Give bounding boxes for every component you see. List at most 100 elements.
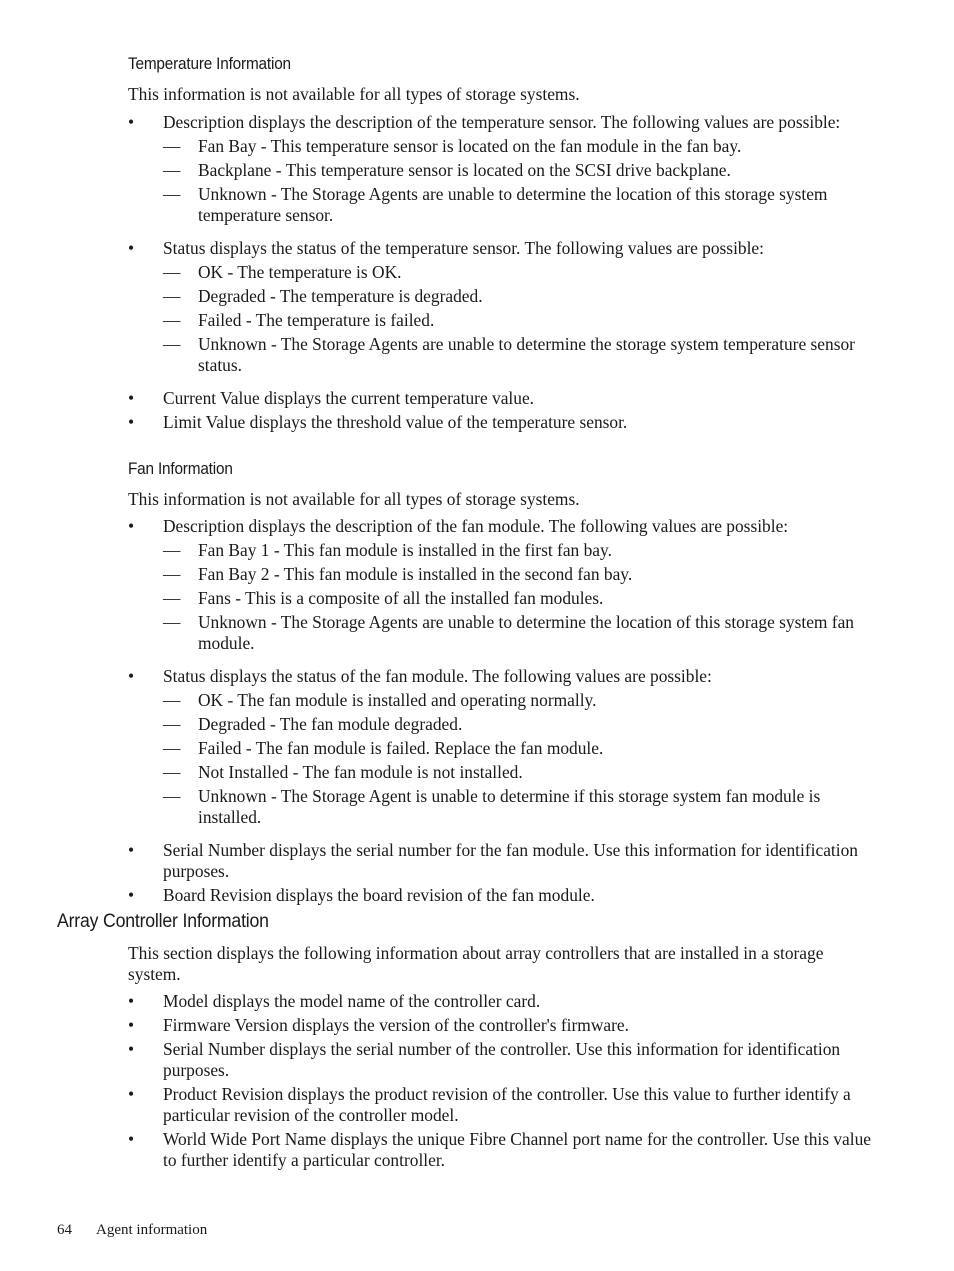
sub-list-item: — OK - The fan module is installed and op… [163,690,873,711]
sub-list-item: — Unknown - The Storage Agent is unable t… [163,786,873,828]
array-controller-intro: This section displays the following info… [128,943,824,984]
sub-list-item-text: Not Installed - The fan module is not in… [198,762,523,782]
sub-list-item-text: Unknown - The Storage Agents are unable … [198,334,855,375]
array-controller-list: • Model displays the model name of the co… [128,991,873,1174]
page-footer: 64 Agent information [57,1222,207,1239]
list-item-text: Board Revision displays the board revisi… [163,885,595,905]
bullet-icon: • [128,1084,135,1104]
sub-list-item-text: Unknown - The Storage Agents are unable … [198,612,855,653]
sub-list-item: — Unknown - The Storage Agents are unable… [163,612,873,654]
sub-list-item: — Fans - This is a composite of all the i… [163,588,873,609]
dash-icon: — [163,690,181,710]
bullet-icon: • [128,112,135,132]
sub-list-item-text: Fan Bay 1 - This fan module is installed… [198,540,612,560]
bullet-icon: • [128,1015,135,1035]
array-controller-heading: Array Controller Information [57,911,269,932]
list-item: • Serial Number displays the serial numbe… [128,840,873,882]
list-item-text: Current Value displays the current tempe… [163,388,535,408]
page-number: 64 [57,1222,72,1238]
sub-list-item: — Fan Bay - This temperature sensor is lo… [163,136,873,157]
sub-list-item: — Backplane - This temperature sensor is … [163,160,873,181]
list-item: • Product Revision displays the product r… [128,1084,873,1126]
dash-icon: — [163,738,181,758]
temperature-list: • Description displays the description of… [128,112,873,436]
list-item: • Limit Value displays the threshold valu… [128,412,873,433]
dash-icon: — [163,714,181,734]
list-item: • Description displays the description of… [128,112,873,235]
list-item-text: Description displays the description of … [163,112,841,132]
list-item: • Firmware Version displays the version o… [128,1015,873,1036]
sub-list: — OK - The temperature is OK. — Degraded - … [163,262,873,376]
list-item: • Current Value displays the current temp… [128,388,873,409]
list-item-text: Status displays the status of the fan mo… [163,666,712,686]
list-item-text: Limit Value displays the threshold value… [163,412,628,432]
bullet-icon: • [128,1129,135,1149]
sub-list-item-text: Fan Bay 2 - This fan module is installed… [198,564,633,584]
sub-list-item-text: Failed - The fan module is failed. Repla… [198,738,604,758]
list-item: • Status displays the status of the fan m… [128,666,873,837]
dash-icon: — [163,136,181,156]
dash-icon: — [163,786,181,806]
fan-heading: Fan Information [128,460,233,478]
sub-list-item: — Unknown - The Storage Agents are unable… [163,184,873,226]
bullet-icon: • [128,840,135,860]
sub-list-item-text: Degraded - The fan module degraded. [198,714,463,734]
bullet-icon: • [128,412,135,432]
sub-list: — Fan Bay - This temperature sensor is lo… [163,136,873,226]
bullet-icon: • [128,388,135,408]
sub-list-item-text: Fans - This is a composite of all the in… [198,588,604,608]
bullet-icon: • [128,885,135,905]
dash-icon: — [163,262,181,282]
bullet-icon: • [128,516,135,536]
bullet-icon: • [128,1039,135,1059]
sub-list-item-text: Unknown - The Storage Agents are unable … [198,184,828,225]
list-item: • Serial Number displays the serial numbe… [128,1039,873,1081]
list-item: • Status displays the status of the tempe… [128,238,873,385]
list-item: • World Wide Port Name displays the uniqu… [128,1129,873,1171]
dash-icon: — [163,564,181,584]
sub-list-item-text: Unknown - The Storage Agent is unable to… [198,786,821,827]
list-item-text: Serial Number displays the serial number… [163,1039,841,1080]
sub-list-item: — Unknown - The Storage Agents are unable… [163,334,873,376]
list-item-text: Description displays the description of … [163,516,789,536]
dash-icon: — [163,286,181,306]
sub-list-item: — Degraded - The fan module degraded. [163,714,873,735]
temperature-heading: Temperature Information [128,55,291,73]
sub-list-item-text: Fan Bay - This temperature sensor is loc… [198,136,742,156]
sub-list-item-text: OK - The temperature is OK. [198,262,402,282]
list-item-text: Firmware Version displays the version of… [163,1015,629,1035]
dash-icon: — [163,160,181,180]
temperature-intro: This information is not available for al… [128,84,580,104]
dash-icon: — [163,762,181,782]
sub-list-item: — Degraded - The temperature is degraded. [163,286,873,307]
bullet-icon: • [128,666,135,686]
sub-list-item-text: Failed - The temperature is failed. [198,310,435,330]
footer-section-title: Agent information [96,1222,208,1238]
fan-list: • Description displays the description of… [128,516,873,909]
list-item-text: World Wide Port Name displays the unique… [163,1129,872,1170]
sub-list-item: — OK - The temperature is OK. [163,262,873,283]
bullet-icon: • [128,991,135,1011]
dash-icon: — [163,612,181,632]
dash-icon: — [163,334,181,354]
list-item-text: Serial Number displays the serial number… [163,840,858,881]
list-item: • Board Revision displays the board revis… [128,885,873,906]
sub-list-item-text: Backplane - This temperature sensor is l… [198,160,731,180]
sub-list-item-text: OK - The fan module is installed and ope… [198,690,597,710]
sub-list-item: — Not Installed - The fan module is not i… [163,762,873,783]
list-item-text: Status displays the status of the temper… [163,238,764,258]
sub-list: — OK - The fan module is installed and op… [163,690,873,828]
sub-list-item: — Fan Bay 2 - This fan module is installe… [163,564,873,585]
list-item: • Description displays the description of… [128,516,873,663]
bullet-icon: • [128,238,135,258]
sub-list-item-text: Degraded - The temperature is degraded. [198,286,483,306]
sub-list-item: — Fan Bay 1 - This fan module is installe… [163,540,873,561]
dash-icon: — [163,588,181,608]
list-item-text: Product Revision displays the product re… [163,1084,851,1125]
dash-icon: — [163,310,181,330]
list-item: • Model displays the model name of the co… [128,991,873,1012]
